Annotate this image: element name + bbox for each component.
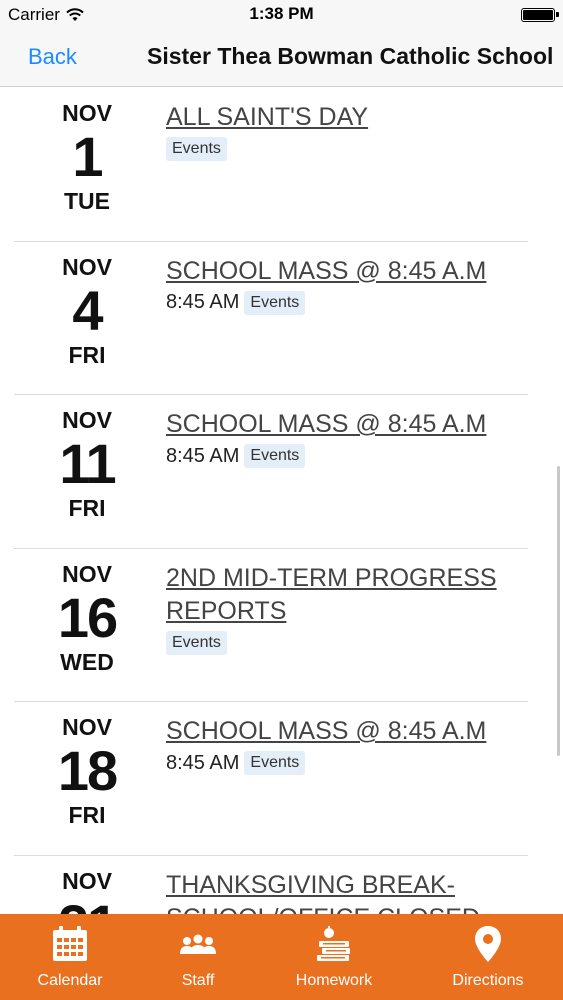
event-row[interactable]: NOV 18 FRI SCHOOL MASS @ 8:45 A.M 8:45 AM Eve…: [0, 702, 563, 856]
event-month: NOV: [62, 253, 112, 280]
event-row[interactable]: NOV 11 FRI SCHOOL MASS @ 8:45 A.M 8:45 AM Eve…: [0, 395, 563, 549]
event-date: NOV 18 FRI: [14, 714, 160, 828]
event-meta: 8:45 AM Events: [166, 751, 506, 775]
event-category-badge: Events: [244, 290, 306, 315]
back-button[interactable]: Back: [28, 44, 77, 70]
tab-calendar[interactable]: Calendar: [22, 914, 118, 1000]
event-title-link[interactable]: SCHOOL MASS @ 8:45 A.M: [166, 255, 506, 288]
event-day: 11: [59, 432, 116, 495]
event-title-link[interactable]: SCHOOL MASS @ 8:45 A.M: [166, 408, 506, 441]
event-day: 1: [72, 125, 103, 188]
event-meta: 8:45 AM Events: [166, 444, 506, 468]
homework-icon: [317, 926, 350, 961]
event-month: NOV: [62, 560, 112, 587]
event-info: THANKSGIVING BREAK-SCHOOL/OFFICE CLOSED: [166, 869, 506, 915]
navigation-bar: Back Sister Thea Bowman Catholic School: [0, 30, 563, 87]
event-title-link[interactable]: SCHOOL MASS @ 8:45 A.M: [166, 715, 506, 748]
event-category-badge: Events: [166, 137, 227, 161]
event-month: NOV: [62, 714, 112, 740]
event-date: NOV 16 WED: [14, 561, 160, 675]
status-time: 1:38 PM: [249, 4, 314, 23]
event-title-link[interactable]: ALL SAINT'S DAY: [166, 101, 506, 134]
event-title-link[interactable]: 2ND MID-TERM PROGRESS REPORTS: [166, 562, 506, 628]
event-month: NOV: [62, 867, 112, 894]
calendar-icon: [53, 926, 87, 961]
tab-calendar-label: Calendar: [37, 972, 103, 989]
event-day: 18: [57, 739, 118, 802]
event-info: 2ND MID-TERM PROGRESS REPORTS Events: [166, 562, 506, 655]
event-weekday: FRI: [68, 495, 106, 521]
event-info: SCHOOL MASS @ 8:45 A.M 8:45 AM Events: [166, 255, 506, 315]
event-row[interactable]: NOV 1 TUE ALL SAINT'S DAY Events: [0, 88, 563, 242]
event-weekday: FRI: [68, 802, 106, 828]
event-category-badge: Events: [244, 751, 306, 775]
status-bar: Carrier 1:38 PM: [0, 0, 563, 30]
event-row[interactable]: NOV21THANKSGIVING BREAK-SCHOOL/OFFICE CL…: [0, 856, 563, 915]
event-category-badge: Events: [244, 444, 306, 468]
event-weekday: FRI: [68, 341, 106, 368]
event-meta: Events: [166, 137, 506, 161]
event-row[interactable]: NOV 16 WED 2ND MID-TERM PROGRESS REPORTS Eve…: [0, 549, 563, 703]
tab-homework-label: Homework: [295, 972, 373, 989]
page-title: Sister Thea Bowman Catholic School: [147, 43, 554, 69]
scroll-indicator: [557, 466, 560, 756]
event-meta: 8:45 AM Events: [166, 290, 506, 315]
event-time: 8:45 AM: [166, 291, 240, 313]
event-day: 4: [72, 278, 103, 342]
event-date: NOV 4 FRI: [14, 254, 160, 368]
tab-staff-label: Staff: [181, 972, 215, 989]
staff-icon: [180, 934, 216, 954]
event-date: NOV 1 TUE: [14, 100, 160, 214]
event-month: NOV: [62, 407, 112, 433]
event-title-link[interactable]: THANKSGIVING BREAK-SCHOOL/OFFICE CLOSED: [166, 869, 506, 915]
battery-icon: [521, 8, 559, 22]
map-pin-icon: [475, 926, 501, 962]
event-list[interactable]: NOV 1 TUE ALL SAINT'S DAY Events NOV 4 FRI SCHOO…: [0, 88, 563, 914]
event-month: NOV: [62, 100, 112, 126]
event-category-badge: Events: [166, 630, 227, 655]
event-day: 21: [14, 893, 160, 914]
tab-bar: Calendar Staff Homework Directions: [0, 914, 563, 1000]
event-date: NOV21: [14, 868, 160, 915]
tab-staff[interactable]: Staff: [156, 914, 240, 1000]
tab-directions-label: Directions: [452, 972, 524, 989]
event-time: 8:45 AM: [166, 751, 240, 774]
event-date: NOV 11 FRI: [14, 407, 160, 521]
event-day: 16: [57, 585, 118, 649]
tab-directions[interactable]: Directions: [440, 914, 536, 1000]
event-meta: Events: [166, 630, 506, 655]
event-weekday: WED: [60, 648, 114, 675]
event-info: SCHOOL MASS @ 8:45 A.M 8:45 AM Events: [166, 408, 506, 468]
event-info: ALL SAINT'S DAY Events: [166, 101, 506, 161]
tab-homework[interactable]: Homework: [286, 914, 382, 1000]
event-row[interactable]: NOV 4 FRI SCHOOL MASS @ 8:45 A.M 8:45 AM Even…: [0, 242, 563, 396]
event-time: 8:45 AM: [166, 444, 240, 467]
event-info: SCHOOL MASS @ 8:45 A.M 8:45 AM Events: [166, 715, 506, 775]
event-weekday: TUE: [64, 188, 110, 214]
